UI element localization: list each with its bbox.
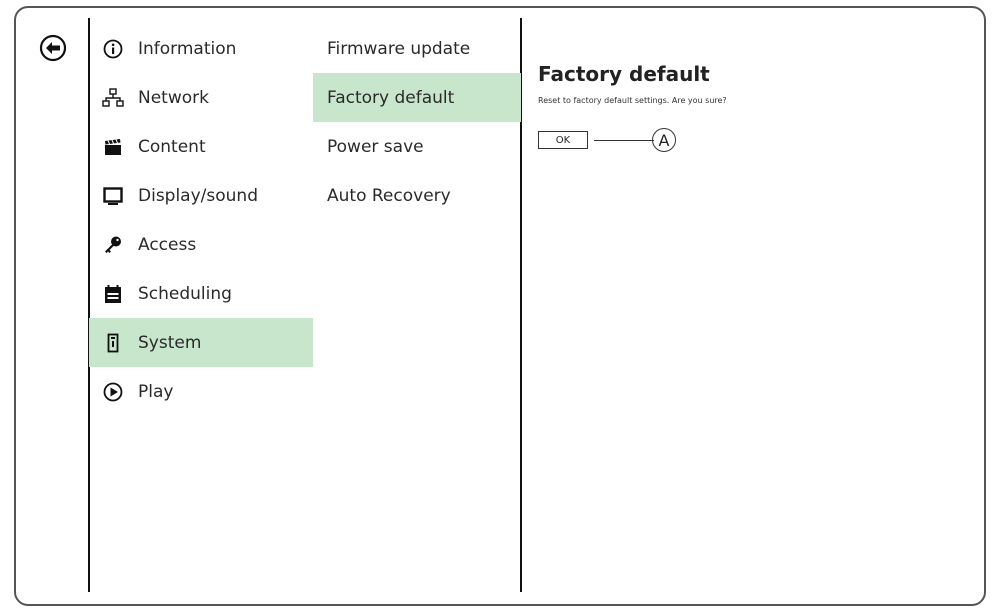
network-icon [102, 87, 124, 109]
back-button[interactable] [38, 33, 68, 63]
sub-nav-item-firmware-update[interactable]: Firmware update [313, 24, 521, 73]
monitor-icon [102, 185, 124, 207]
main-nav-item-system[interactable]: System [89, 318, 313, 367]
main-nav: Information Network Content Display/soun… [89, 24, 313, 416]
main-nav-label: Content [138, 136, 206, 157]
main-nav-label: Play [138, 381, 174, 402]
page-title: Factory default [538, 62, 710, 86]
sub-nav-item-power-save[interactable]: Power save [313, 122, 521, 171]
play-icon [102, 381, 124, 403]
main-nav-label: Information [138, 38, 237, 59]
key-icon [102, 234, 124, 256]
main-nav-item-scheduling[interactable]: Scheduling [89, 269, 313, 318]
main-nav-item-network[interactable]: Network [89, 73, 313, 122]
main-nav-label: Display/sound [138, 185, 258, 206]
back-arrow-icon [39, 34, 67, 62]
main-nav-label: Scheduling [138, 283, 232, 304]
content-panel: Factory default Reset to factory default… [538, 62, 727, 152]
main-nav-label: Access [138, 234, 197, 255]
callout-marker: A [652, 128, 676, 152]
clapperboard-icon [102, 136, 124, 158]
ok-button[interactable]: OK [538, 131, 588, 149]
calendar-icon [102, 283, 124, 305]
sub-nav-item-auto-recovery[interactable]: Auto Recovery [313, 171, 521, 220]
main-nav-item-content[interactable]: Content [89, 122, 313, 171]
confirm-message: Reset to factory default settings. Are y… [538, 96, 727, 105]
main-nav-label: Network [138, 87, 209, 108]
main-nav-item-play[interactable]: Play [89, 367, 313, 416]
system-icon [102, 332, 124, 354]
sub-nav: Firmware update Factory default Power sa… [313, 24, 521, 220]
main-nav-item-access[interactable]: Access [89, 220, 313, 269]
callout-line [594, 140, 654, 141]
sub-nav-item-factory-default[interactable]: Factory default [313, 73, 521, 122]
main-nav-item-information[interactable]: Information [89, 24, 313, 73]
main-nav-label: System [138, 332, 202, 353]
main-nav-item-display-sound[interactable]: Display/sound [89, 171, 313, 220]
info-icon [102, 38, 124, 60]
